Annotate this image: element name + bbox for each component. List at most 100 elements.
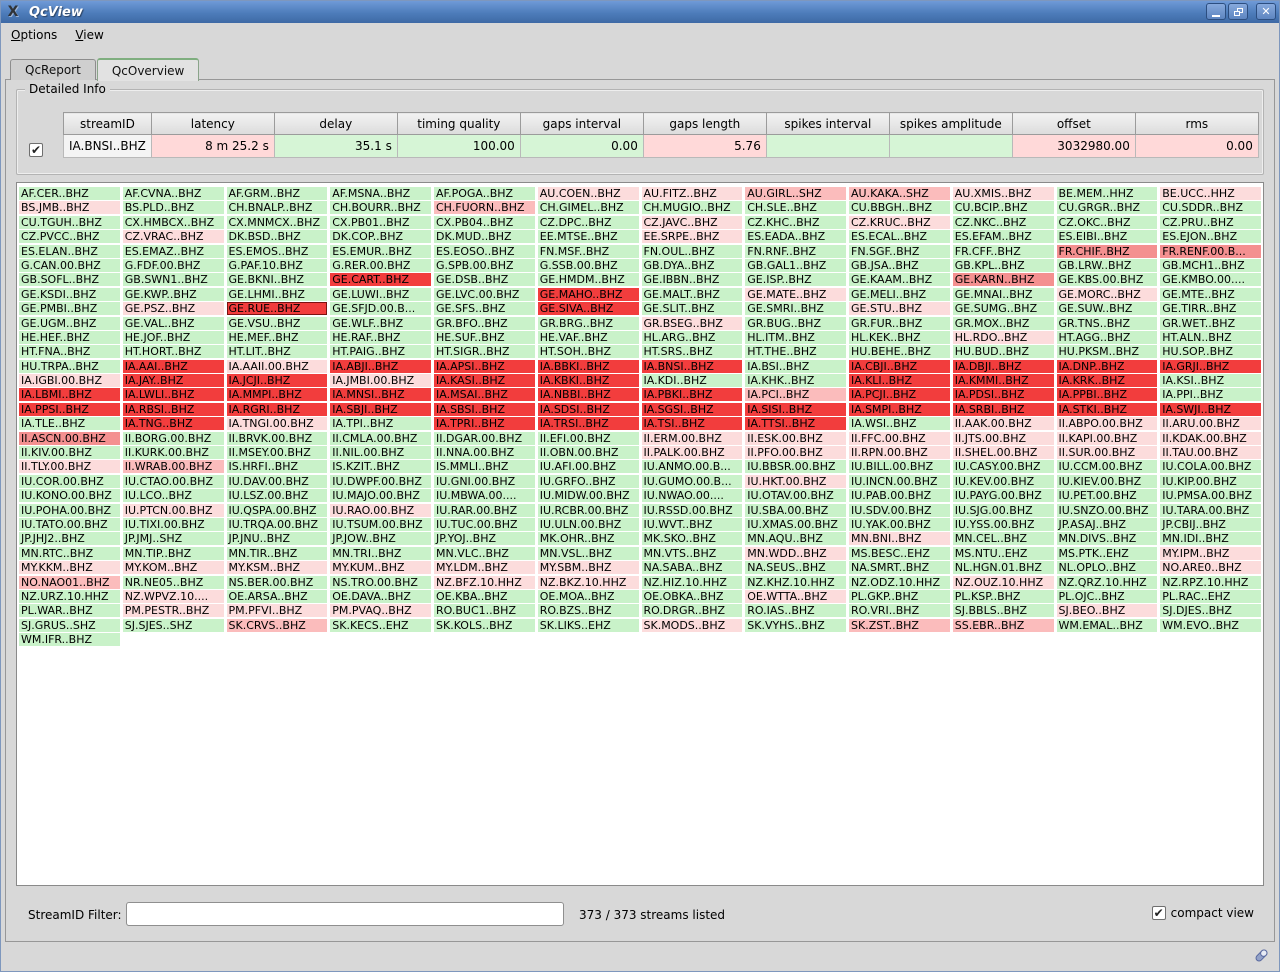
stream-cell[interactable]: IU.YSS.00.BHZ: [953, 518, 1054, 531]
stream-cell[interactable]: II.EFI.00.BHZ: [538, 432, 639, 445]
stream-cell[interactable]: IA.PDSI..BHZ: [953, 388, 1054, 401]
stream-cell[interactable]: CH.FUORN..BHZ: [434, 201, 535, 214]
stream-cell[interactable]: GR.MOX..BHZ: [953, 317, 1054, 330]
stream-cell[interactable]: FN.MSF..BHZ: [538, 245, 639, 258]
stream-cell[interactable]: GE.SMRI..BHZ: [745, 302, 846, 315]
stream-cell[interactable]: GE.ISP..BHZ: [745, 273, 846, 286]
stream-cell[interactable]: CH.SLE..BHZ: [745, 201, 846, 214]
stream-cell[interactable]: IU.DAV.00.BHZ: [227, 475, 328, 488]
stream-cell[interactable]: SJ.GRUS..SHZ: [19, 619, 120, 632]
stream-cell[interactable]: SK.MODS..BHZ: [642, 619, 743, 632]
stream-cell[interactable]: GE.SFJD.00.B...: [330, 302, 431, 315]
stream-cell[interactable]: IA.KLI..BHZ: [849, 374, 950, 387]
stream-cell[interactable]: GE.SUW..BHZ: [1057, 302, 1158, 315]
menu-options[interactable]: Options: [2, 25, 66, 45]
stream-cell[interactable]: HE.VAF..BHZ: [538, 331, 639, 344]
stream-cell[interactable]: NZ.OUZ.10.HHZ: [953, 576, 1054, 589]
stream-cell[interactable]: GR.BUG..BHZ: [745, 317, 846, 330]
stream-cell[interactable]: II.RPN.00.BHZ: [849, 446, 950, 459]
stream-cell[interactable]: SK.KOLS..BHZ: [434, 619, 535, 632]
stream-cell[interactable]: IU.BBSR.00.BHZ: [745, 460, 846, 473]
stream-cell[interactable]: PM.PESTR..BHZ: [123, 604, 224, 617]
stream-cell[interactable]: II.SHEL.00.BHZ: [953, 446, 1054, 459]
stream-cell[interactable]: GB.GAL1..BHZ: [745, 259, 846, 272]
stream-cell[interactable]: MY.KSM..BHZ: [227, 561, 328, 574]
stream-cell[interactable]: NZ.RPZ.10.HHZ: [1160, 576, 1261, 589]
stream-cell[interactable]: MN.CEL..BHZ: [953, 532, 1054, 545]
stream-cell[interactable]: WM.EMAL..BHZ: [1057, 619, 1158, 632]
stream-cell[interactable]: ES.ECAL..BHZ: [849, 230, 950, 243]
stream-cell[interactable]: WM.EVO..BHZ: [1160, 619, 1261, 632]
stream-cell[interactable]: HE.HEF..BHZ: [19, 331, 120, 344]
stream-cell[interactable]: NO.ARE0..BHZ: [1160, 561, 1261, 574]
stream-cell[interactable]: JP.JNU..BHZ: [227, 532, 328, 545]
stream-cell[interactable]: RO.VRI..BHZ: [849, 604, 950, 617]
stream-cell[interactable]: G.FDF.00.BHZ: [123, 259, 224, 272]
close-button[interactable]: ✕: [1256, 3, 1276, 20]
stream-cell[interactable]: HE.SUF..BHZ: [434, 331, 535, 344]
stream-cell[interactable]: GR.FUR..BHZ: [849, 317, 950, 330]
stream-cell[interactable]: IU.PAYG.00.BHZ: [953, 489, 1054, 502]
stream-cell[interactable]: IA.MSAI..BHZ: [434, 388, 535, 401]
stream-cell[interactable]: II.TLY.00.BHZ: [19, 460, 120, 473]
stream-cell[interactable]: IA.KSI..BHZ: [1160, 374, 1261, 387]
stream-cell[interactable]: JP.JOW..BHZ: [330, 532, 431, 545]
stream-cell[interactable]: IA.RBSI..BHZ: [123, 403, 224, 416]
stream-cell[interactable]: MY.SBM..BHZ: [538, 561, 639, 574]
stream-cell[interactable]: HL.RDO..BHZ: [953, 331, 1054, 344]
stream-cell[interactable]: PL.GKP..BHZ: [849, 590, 950, 603]
stream-cell[interactable]: PL.WAR..BHZ: [19, 604, 120, 617]
stream-cell[interactable]: GE.CART..BHZ: [330, 273, 431, 286]
stream-cell[interactable]: IU.HKT.00.BHZ: [745, 475, 846, 488]
stream-cell[interactable]: ES.EMUR..BHZ: [330, 245, 431, 258]
stream-cell[interactable]: GE.SUMG..BHZ: [953, 302, 1054, 315]
stream-cell[interactable]: CZ.PVCC..BHZ: [19, 230, 120, 243]
stream-cell[interactable]: CZ.KHC..BHZ: [745, 216, 846, 229]
stream-cell[interactable]: JP.JHJ2..BHZ: [19, 532, 120, 545]
stream-cell[interactable]: MN.TRI..BHZ: [330, 547, 431, 560]
stream-cell[interactable]: G.CAN.00.BHZ: [19, 259, 120, 272]
stream-cell[interactable]: GE.VAL..BHZ: [123, 317, 224, 330]
stream-cell[interactable]: GR.TNS..BHZ: [1057, 317, 1158, 330]
stream-cell[interactable]: II.BRVK.00.BHZ: [227, 432, 328, 445]
stream-cell[interactable]: IU.TARA.00.BHZ: [1160, 504, 1261, 517]
stream-cell[interactable]: NZ.HIZ.10.HHZ: [642, 576, 743, 589]
stream-cell[interactable]: II.ERM.00.BHZ: [642, 432, 743, 445]
stream-cell[interactable]: AU.FITZ..BHZ: [642, 187, 743, 200]
stream-cell[interactable]: HT.SIGR..BHZ: [434, 345, 535, 358]
stream-cell[interactable]: IU.PTCN.00.BHZ: [123, 504, 224, 517]
stream-cell[interactable]: CX.PB01..BHZ: [330, 216, 431, 229]
stream-cell[interactable]: IU.SDV.00.BHZ: [849, 504, 950, 517]
stream-cell[interactable]: IU.WVT..BHZ: [642, 518, 743, 531]
stream-cell[interactable]: OE.WTTA..BHZ: [745, 590, 846, 603]
stream-cell[interactable]: GE.MNAI..BHZ: [953, 288, 1054, 301]
stream-cell[interactable]: IU.LCO..BHZ: [123, 489, 224, 502]
detail-column-header[interactable]: spikes amplitude: [889, 113, 1012, 135]
stream-cell[interactable]: HT.THE..BHZ: [745, 345, 846, 358]
stream-cell[interactable]: CZ.DPC..BHZ: [538, 216, 639, 229]
stream-cell[interactable]: MN.RTC..BHZ: [19, 547, 120, 560]
stream-cell[interactable]: ES.ELAN..BHZ: [19, 245, 120, 258]
stream-cell[interactable]: II.PFO.00.BHZ: [745, 446, 846, 459]
stream-cell[interactable]: G.SSB.00.BHZ: [538, 259, 639, 272]
stream-cell[interactable]: CH.GIMEL..BHZ: [538, 201, 639, 214]
stream-cell[interactable]: HT.SRS..BHZ: [642, 345, 743, 358]
stream-cell[interactable]: CH.BOURR..BHZ: [330, 201, 431, 214]
stream-cell[interactable]: IU.GNI.00.BHZ: [434, 475, 535, 488]
stream-cell[interactable]: ES.EMOS..BHZ: [227, 245, 328, 258]
stream-cell[interactable]: IA.TTSI..BHZ: [745, 417, 846, 430]
stream-cell[interactable]: GE.SLIT..BHZ: [642, 302, 743, 315]
stream-cell[interactable]: CH.MUGIO..BHZ: [642, 201, 743, 214]
stream-cell[interactable]: IA.DBJI..BHZ: [953, 360, 1054, 373]
stream-cell[interactable]: IA.TPI..BHZ: [330, 417, 431, 430]
stream-cell[interactable]: IA.SGSI..BHZ: [642, 403, 743, 416]
stream-cell[interactable]: IU.POHA.00.BHZ: [19, 504, 120, 517]
stream-cell[interactable]: IA.LWLI..BHZ: [123, 388, 224, 401]
stream-cell[interactable]: CZ.JAVC..BHZ: [642, 216, 743, 229]
stream-cell[interactable]: SJ.BEO..BHZ: [1057, 604, 1158, 617]
stream-cell[interactable]: IU.DWPF.00.BHZ: [330, 475, 431, 488]
stream-cell[interactable]: OE.OBKA..BHZ: [642, 590, 743, 603]
stream-cell[interactable]: IA.KBKI..BHZ: [538, 374, 639, 387]
stream-cell[interactable]: MN.IDI..BHZ: [1160, 532, 1261, 545]
stream-cell[interactable]: CU.BCIP..BHZ: [953, 201, 1054, 214]
